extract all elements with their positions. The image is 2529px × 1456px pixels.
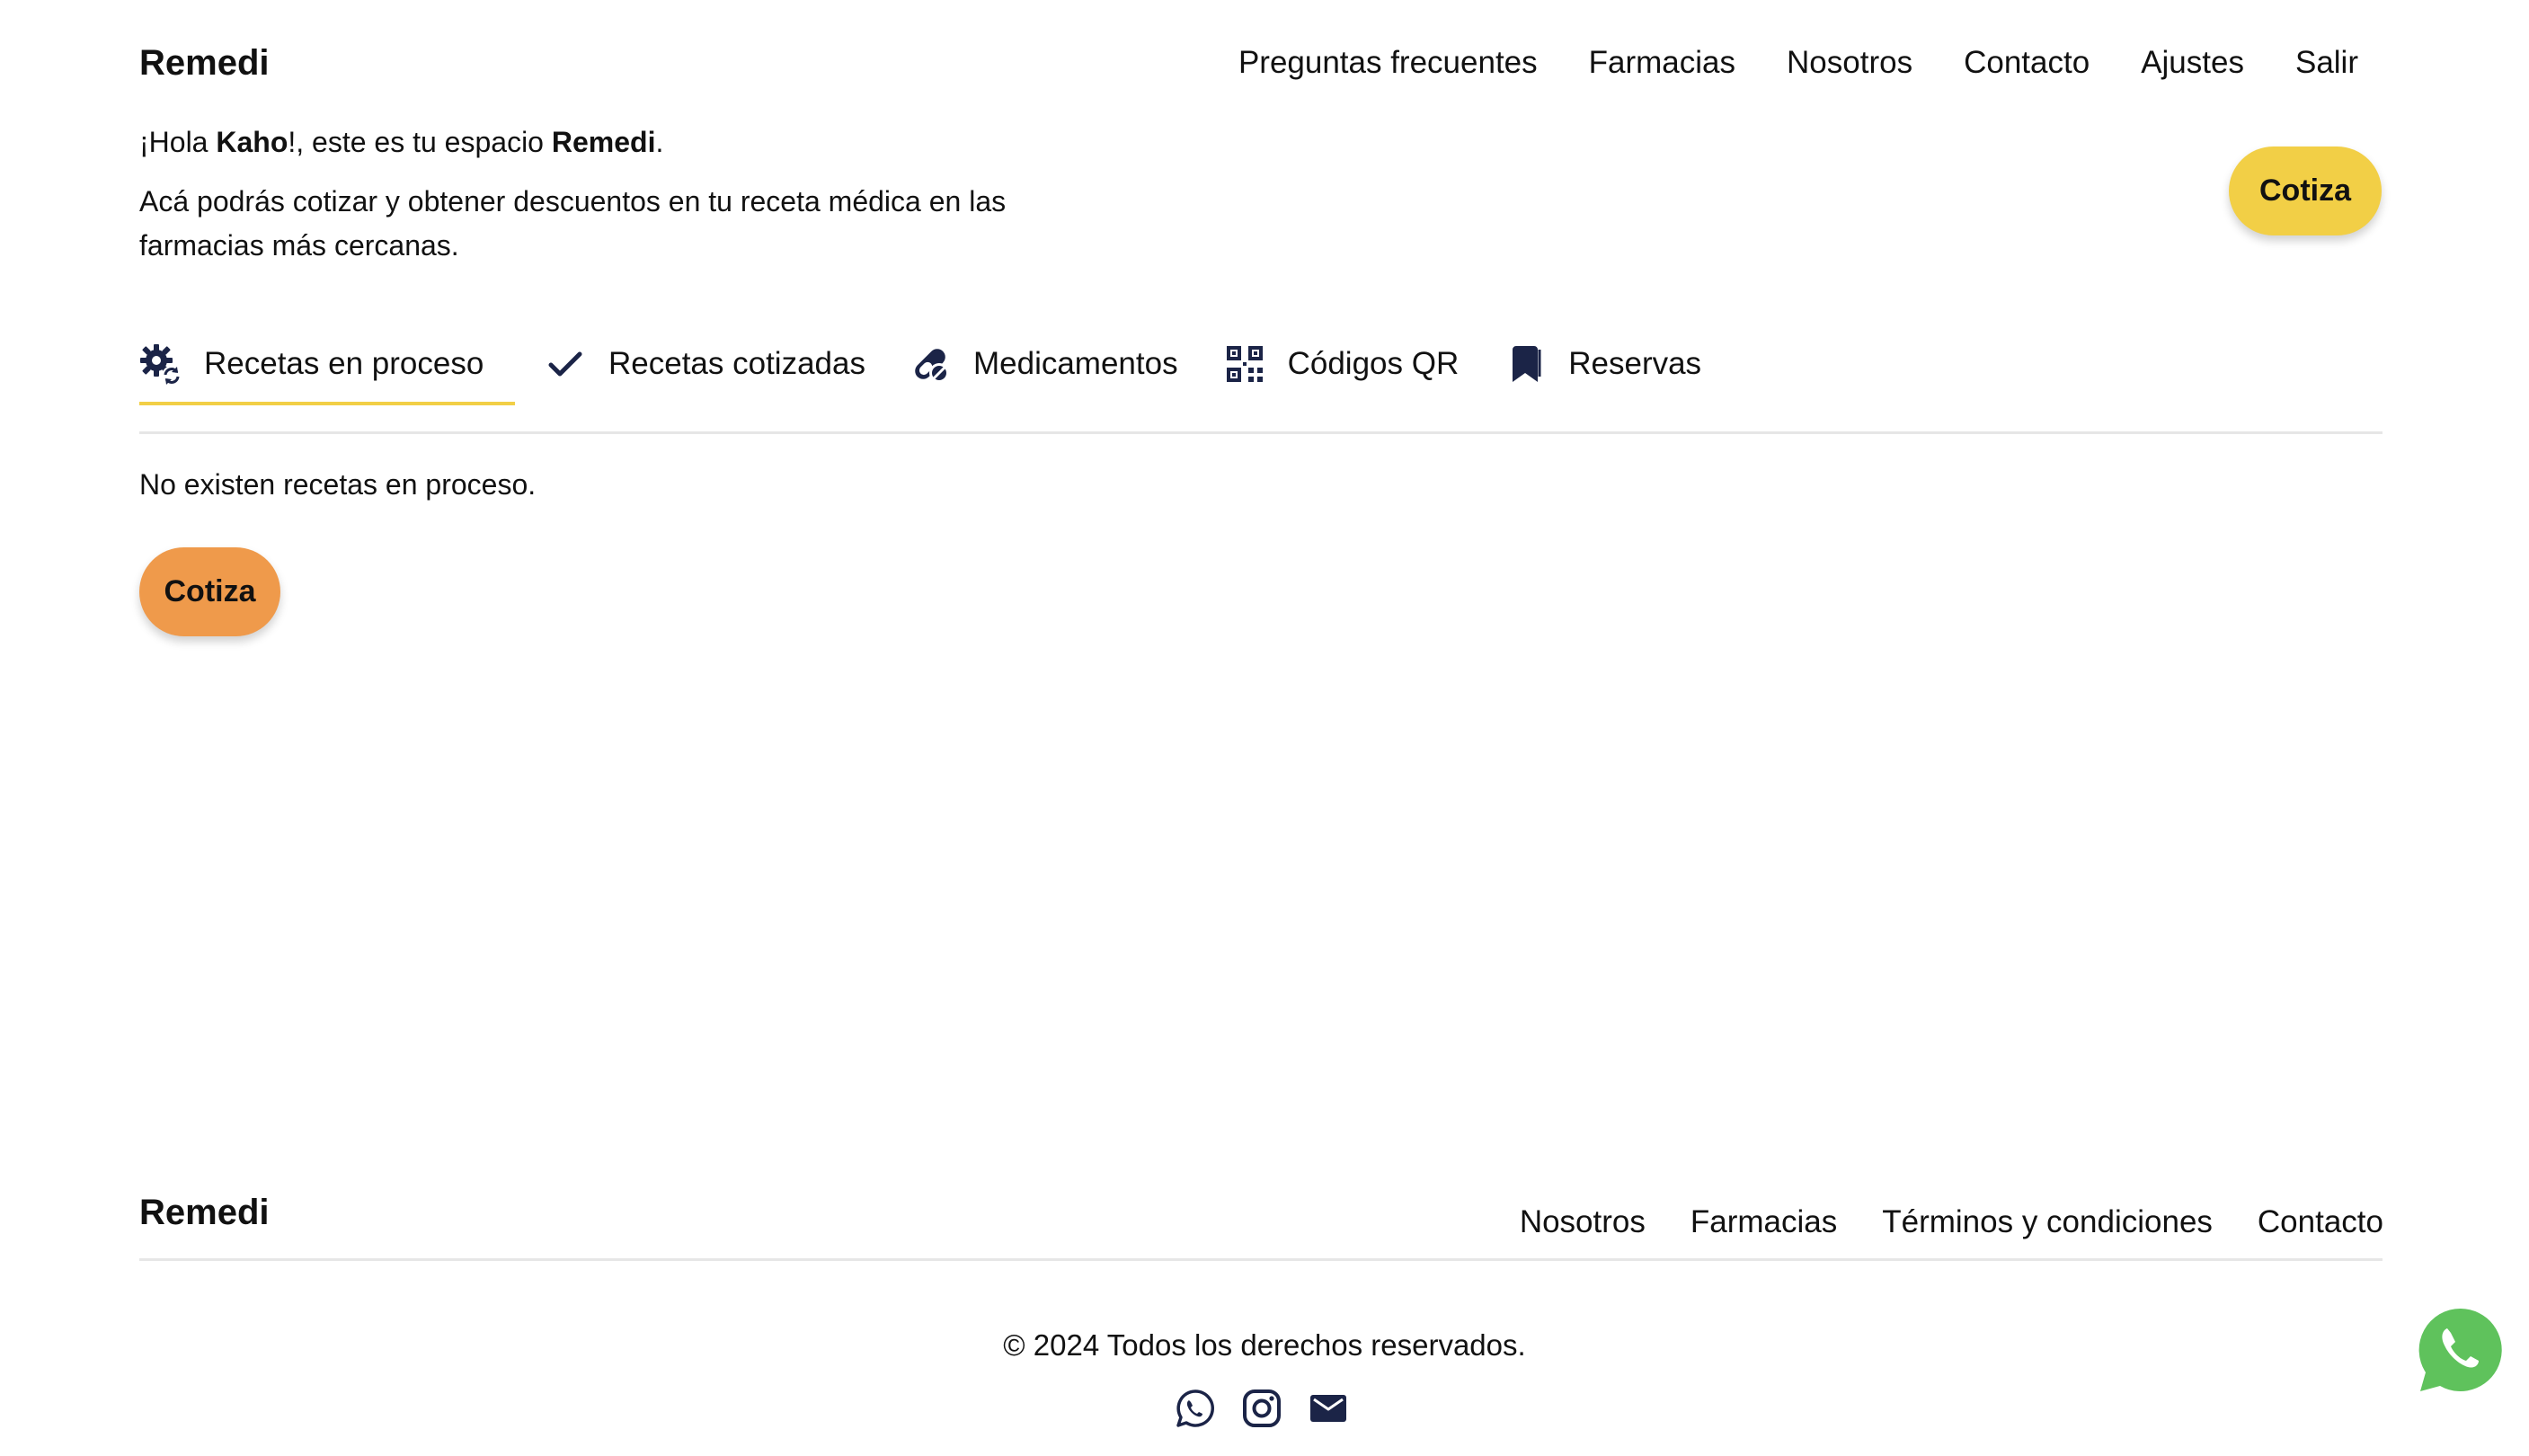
footer-nav: Nosotros Farmacias Términos y condicione… [1520,1204,2383,1240]
user-name: Kaho [216,126,288,158]
tab-label: Recetas en proceso [204,346,484,381]
pills-icon [915,349,949,383]
tab-reservas[interactable]: Reservas [1504,337,1701,391]
tab-medicamentos[interactable]: Medicamentos [909,337,1178,391]
greeting-line: ¡Hola Kaho!, este es tu espacio Remedi. [139,126,663,159]
top-nav: Preguntas frecuentes Farmacias Nosotros … [1238,45,2358,81]
nav-preguntas-frecuentes[interactable]: Preguntas frecuentes [1238,45,1538,81]
whatsapp-icon [2418,1308,2502,1391]
footer-link-nosotros[interactable]: Nosotros [1520,1204,1646,1240]
gear-refresh-icon [140,344,182,386]
mail-icon[interactable] [1309,1389,1348,1428]
nav-ajustes[interactable]: Ajustes [2141,45,2244,81]
greeting-middle: !, este es tu espacio [288,126,552,158]
cotiza-button[interactable]: Cotiza [139,547,280,636]
empty-message: No existen recetas en proceso. [139,468,537,501]
instagram-icon[interactable] [1242,1389,1282,1428]
tab-bar: Recetas en proceso Recetas cotizadas Med… [139,337,1701,405]
greeting-brand: Remedi [551,126,656,158]
footer-link-contacto[interactable]: Contacto [2258,1204,2383,1240]
tab-codigos-qr[interactable]: Códigos QR [1223,337,1460,391]
greeting-prefix: ¡Hola [139,126,217,158]
nav-salir[interactable]: Salir [2295,45,2358,81]
tabs-divider [139,431,2383,434]
tab-recetas-en-proceso[interactable]: Recetas en proceso [139,337,515,405]
nav-farmacias[interactable]: Farmacias [1589,45,1735,81]
whatsapp-floating-button[interactable] [2414,1303,2507,1397]
nav-contacto[interactable]: Contacto [1964,45,2090,81]
greeting-suffix: . [655,126,664,158]
logo[interactable]: Remedi [139,43,270,84]
tab-recetas-cotizadas[interactable]: Recetas cotizadas [544,337,865,391]
tab-label: Códigos QR [1287,346,1460,381]
qr-code-icon [1226,346,1263,382]
social-links [1176,1389,1348,1428]
greeting-description: Acá podrás cotizar y obtener descuentos … [139,185,1007,262]
tab-label: Medicamentos [972,346,1178,381]
cotiza-button-header[interactable]: Cotiza [2229,146,2382,235]
nav-nosotros[interactable]: Nosotros [1787,45,1912,81]
bookmark-icon [1513,346,1541,382]
copyright: © 2024 Todos los derechos reservados. [1003,1328,1526,1362]
whatsapp-icon[interactable] [1176,1389,1215,1428]
footer-link-terminos[interactable]: Términos y condiciones [1882,1204,2213,1240]
footer-divider [139,1258,2383,1261]
tab-label: Recetas cotizadas [608,346,865,381]
footer-link-farmacias[interactable]: Farmacias [1690,1204,1837,1240]
footer-logo[interactable]: Remedi [139,1193,270,1233]
check-icon [548,351,582,377]
tab-label: Reservas [1568,346,1702,381]
